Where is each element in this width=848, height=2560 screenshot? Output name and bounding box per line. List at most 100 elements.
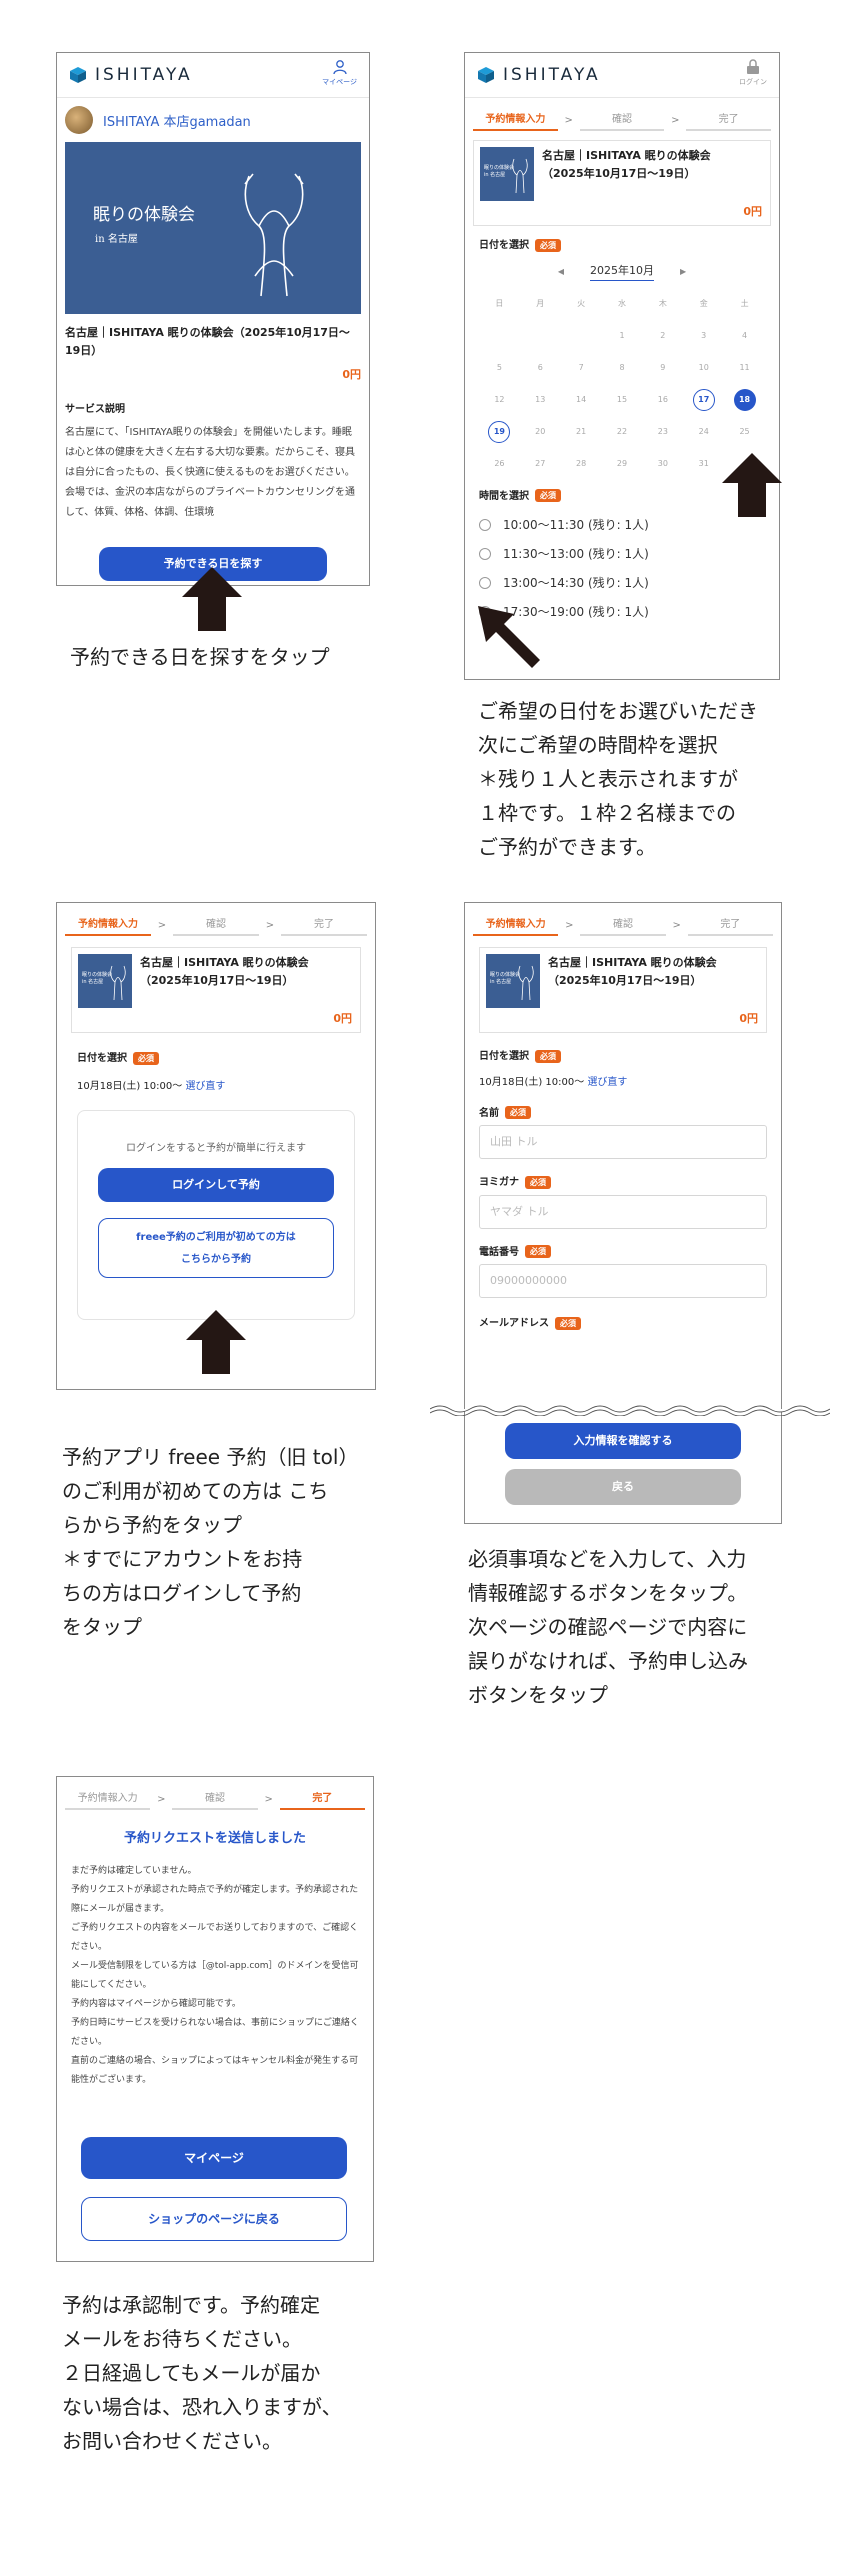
step-confirm: 確認 bbox=[173, 915, 259, 936]
step-sep: > bbox=[264, 1793, 273, 1805]
step-confirm: 確認 bbox=[580, 915, 666, 936]
step-sep: > bbox=[157, 919, 167, 931]
timeslot-label: 10:00〜11:30 (残り: 1人) bbox=[503, 518, 649, 532]
reselect-link[interactable]: 選び直す bbox=[185, 1081, 225, 1092]
horse-illustration-icon bbox=[518, 965, 534, 1001]
calendar-day-available[interactable]: 17 bbox=[692, 388, 715, 411]
calendar-day: 15 bbox=[616, 394, 628, 404]
timeslot-option[interactable]: 13:00〜14:30 (残り: 1人) bbox=[479, 568, 765, 597]
date-section-label: 日付を選択 必須 bbox=[479, 236, 765, 252]
new-user-reserve-button[interactable]: freee予約のご利用が初めての方は こちらから予約 bbox=[98, 1217, 334, 1278]
login-reserve-button[interactable]: ログインして予約 bbox=[98, 1167, 334, 1202]
logo-text: ISHITAYA bbox=[95, 65, 193, 85]
required-badge: 必須 bbox=[525, 1175, 551, 1189]
login-box: ログインをすると予約が簡単に行えます ログインして予約 freee予約のご利用が… bbox=[77, 1109, 355, 1320]
event-title: 名古屋｜ISHITAYA 眠りの体験会（2025年10月17日〜19日） bbox=[65, 326, 350, 357]
required-badge: 必須 bbox=[535, 238, 561, 252]
mypage-label: マイページ bbox=[322, 78, 357, 86]
required-badge: 必須 bbox=[505, 1106, 531, 1119]
calendar-day: 29 bbox=[616, 458, 628, 468]
event-thumbnail: 眠りの体験会 in 名古屋 bbox=[78, 954, 132, 1008]
shop-name[interactable]: ISHITAYA 本店gamadan bbox=[103, 111, 251, 130]
step-input: 予約情報入力 bbox=[65, 1789, 151, 1810]
calendar-day: 27 bbox=[535, 458, 546, 468]
phone-field[interactable]: 09000000000 bbox=[479, 1264, 767, 1298]
calendar-day: 4 bbox=[742, 330, 748, 340]
calendar-header: ◀ 2025年10月 ▶ bbox=[479, 262, 765, 281]
selected-date: 10月18日(土) 10:00〜 bbox=[479, 1076, 585, 1088]
horse-illustration-icon bbox=[512, 158, 528, 194]
calendar-day: 21 bbox=[576, 426, 587, 436]
back-button[interactable]: 戻る bbox=[505, 1469, 741, 1505]
step-sep: > bbox=[565, 919, 574, 931]
calendar-day-available[interactable]: 18 bbox=[733, 388, 756, 411]
new-user-line-2: こちらから予約 bbox=[181, 1253, 251, 1265]
step-sep: > bbox=[265, 919, 275, 931]
progress-steps: 予約情報入力 > 確認 > 完了 bbox=[57, 903, 375, 937]
screen-date-time-select: ISHITAYA ログイン 予約情報入力 > 確認 > 完了 眠りの体験会 in… bbox=[464, 52, 780, 680]
radio-icon[interactable] bbox=[479, 576, 491, 589]
confirm-input-button[interactable]: 入力情報を確認する bbox=[505, 1423, 741, 1459]
step-confirm: 確認 bbox=[579, 110, 665, 131]
step-input: 予約情報入力 bbox=[65, 915, 151, 936]
request-sent-heading: 予約リクエストを送信しました bbox=[123, 1831, 306, 1846]
calendar-day: 14 bbox=[576, 394, 587, 404]
date-label-text: 日付を選択 bbox=[479, 1051, 529, 1062]
pointer-arrow-icon bbox=[478, 606, 540, 668]
horse-illustration-icon bbox=[244, 173, 304, 297]
selected-date: 10月18日(土) 10:00〜 bbox=[77, 1080, 183, 1092]
selected-date-row: 10月18日(土) 10:00〜 選び直す bbox=[77, 1077, 355, 1092]
event-title-line-1: 名古屋｜ISHITAYA 眠りの体験会 bbox=[140, 956, 309, 969]
event-summary-card: 眠りの体験会 in 名古屋 名古屋｜ISHITAYA 眠りの体験会 （2025年… bbox=[479, 947, 767, 1033]
step-done: 完了 bbox=[686, 110, 772, 131]
radio-icon[interactable] bbox=[479, 518, 491, 531]
progress-steps: 予約情報入力 > 確認 > 完了 bbox=[57, 1777, 373, 1811]
calendar-day: 16 bbox=[657, 394, 668, 404]
prev-month-icon[interactable]: ◀ bbox=[558, 267, 564, 276]
logo[interactable]: ISHITAYA bbox=[477, 65, 601, 85]
login-link[interactable]: ログイン bbox=[739, 59, 767, 87]
calendar-empty-cell bbox=[479, 325, 520, 347]
lock-icon bbox=[747, 59, 759, 74]
step-done: 完了 bbox=[279, 1789, 365, 1810]
event-title-line-2: （2025年10月17日〜19日） bbox=[548, 974, 702, 987]
kana-label-text: ヨミガナ bbox=[479, 1177, 519, 1188]
shop-row[interactable]: ISHITAYA 本店gamadan bbox=[57, 98, 369, 142]
mypage-link[interactable]: マイページ bbox=[322, 59, 357, 87]
step-done: 完了 bbox=[281, 915, 367, 936]
radio-icon[interactable] bbox=[479, 547, 491, 560]
calendar-day: 5 bbox=[496, 362, 502, 372]
next-month-icon[interactable]: ▶ bbox=[680, 267, 686, 276]
calendar-day: 3 bbox=[701, 330, 707, 340]
step-input: 予約情報入力 bbox=[473, 110, 558, 131]
event-title-line-1: 名古屋｜ISHITAYA 眠りの体験会 bbox=[548, 956, 717, 969]
reselect-link[interactable]: 選び直す bbox=[587, 1077, 627, 1088]
weekday-label: 火 bbox=[577, 298, 586, 308]
timeslot-option[interactable]: 11:30〜13:00 (残り: 1人) bbox=[479, 539, 765, 568]
step-done: 完了 bbox=[687, 915, 773, 936]
back-to-shop-button[interactable]: ショップのページに戻る bbox=[81, 2197, 347, 2241]
service-heading: サービス説明 bbox=[65, 404, 125, 415]
login-hint: ログインをすると予約が簡単に行えます bbox=[126, 1142, 306, 1154]
time-label-text: 時間を選択 bbox=[479, 490, 529, 502]
mypage-button[interactable]: マイページ bbox=[81, 2137, 347, 2179]
kana-field[interactable]: ヤマダ トル bbox=[479, 1194, 767, 1229]
weekday-label: 月 bbox=[536, 298, 545, 308]
calendar-day: 7 bbox=[578, 362, 584, 372]
logo-icon bbox=[70, 67, 86, 83]
email-label: メールアドレス 必須 bbox=[479, 1314, 767, 1330]
name-field[interactable]: 山田 トル bbox=[479, 1125, 767, 1159]
event-price: 0円 bbox=[342, 368, 361, 381]
calendar-day: 6 bbox=[537, 362, 543, 372]
hero-subtitle: in 名古屋 bbox=[95, 234, 138, 245]
hero-title: 眠りの体験会 bbox=[93, 205, 195, 225]
date-label-text: 日付を選択 bbox=[479, 240, 529, 251]
up-arrow-icon bbox=[722, 453, 782, 517]
logo[interactable]: ISHITAYA bbox=[69, 65, 193, 85]
app-header-2: ISHITAYA ログイン bbox=[465, 53, 779, 98]
calendar-day: 2 bbox=[660, 330, 666, 340]
calendar-month: 2025年10月 bbox=[590, 262, 654, 281]
login-label: ログイン bbox=[739, 78, 767, 86]
calendar-day-available[interactable]: 19 bbox=[488, 420, 511, 443]
weekday-label: 木 bbox=[658, 298, 667, 308]
